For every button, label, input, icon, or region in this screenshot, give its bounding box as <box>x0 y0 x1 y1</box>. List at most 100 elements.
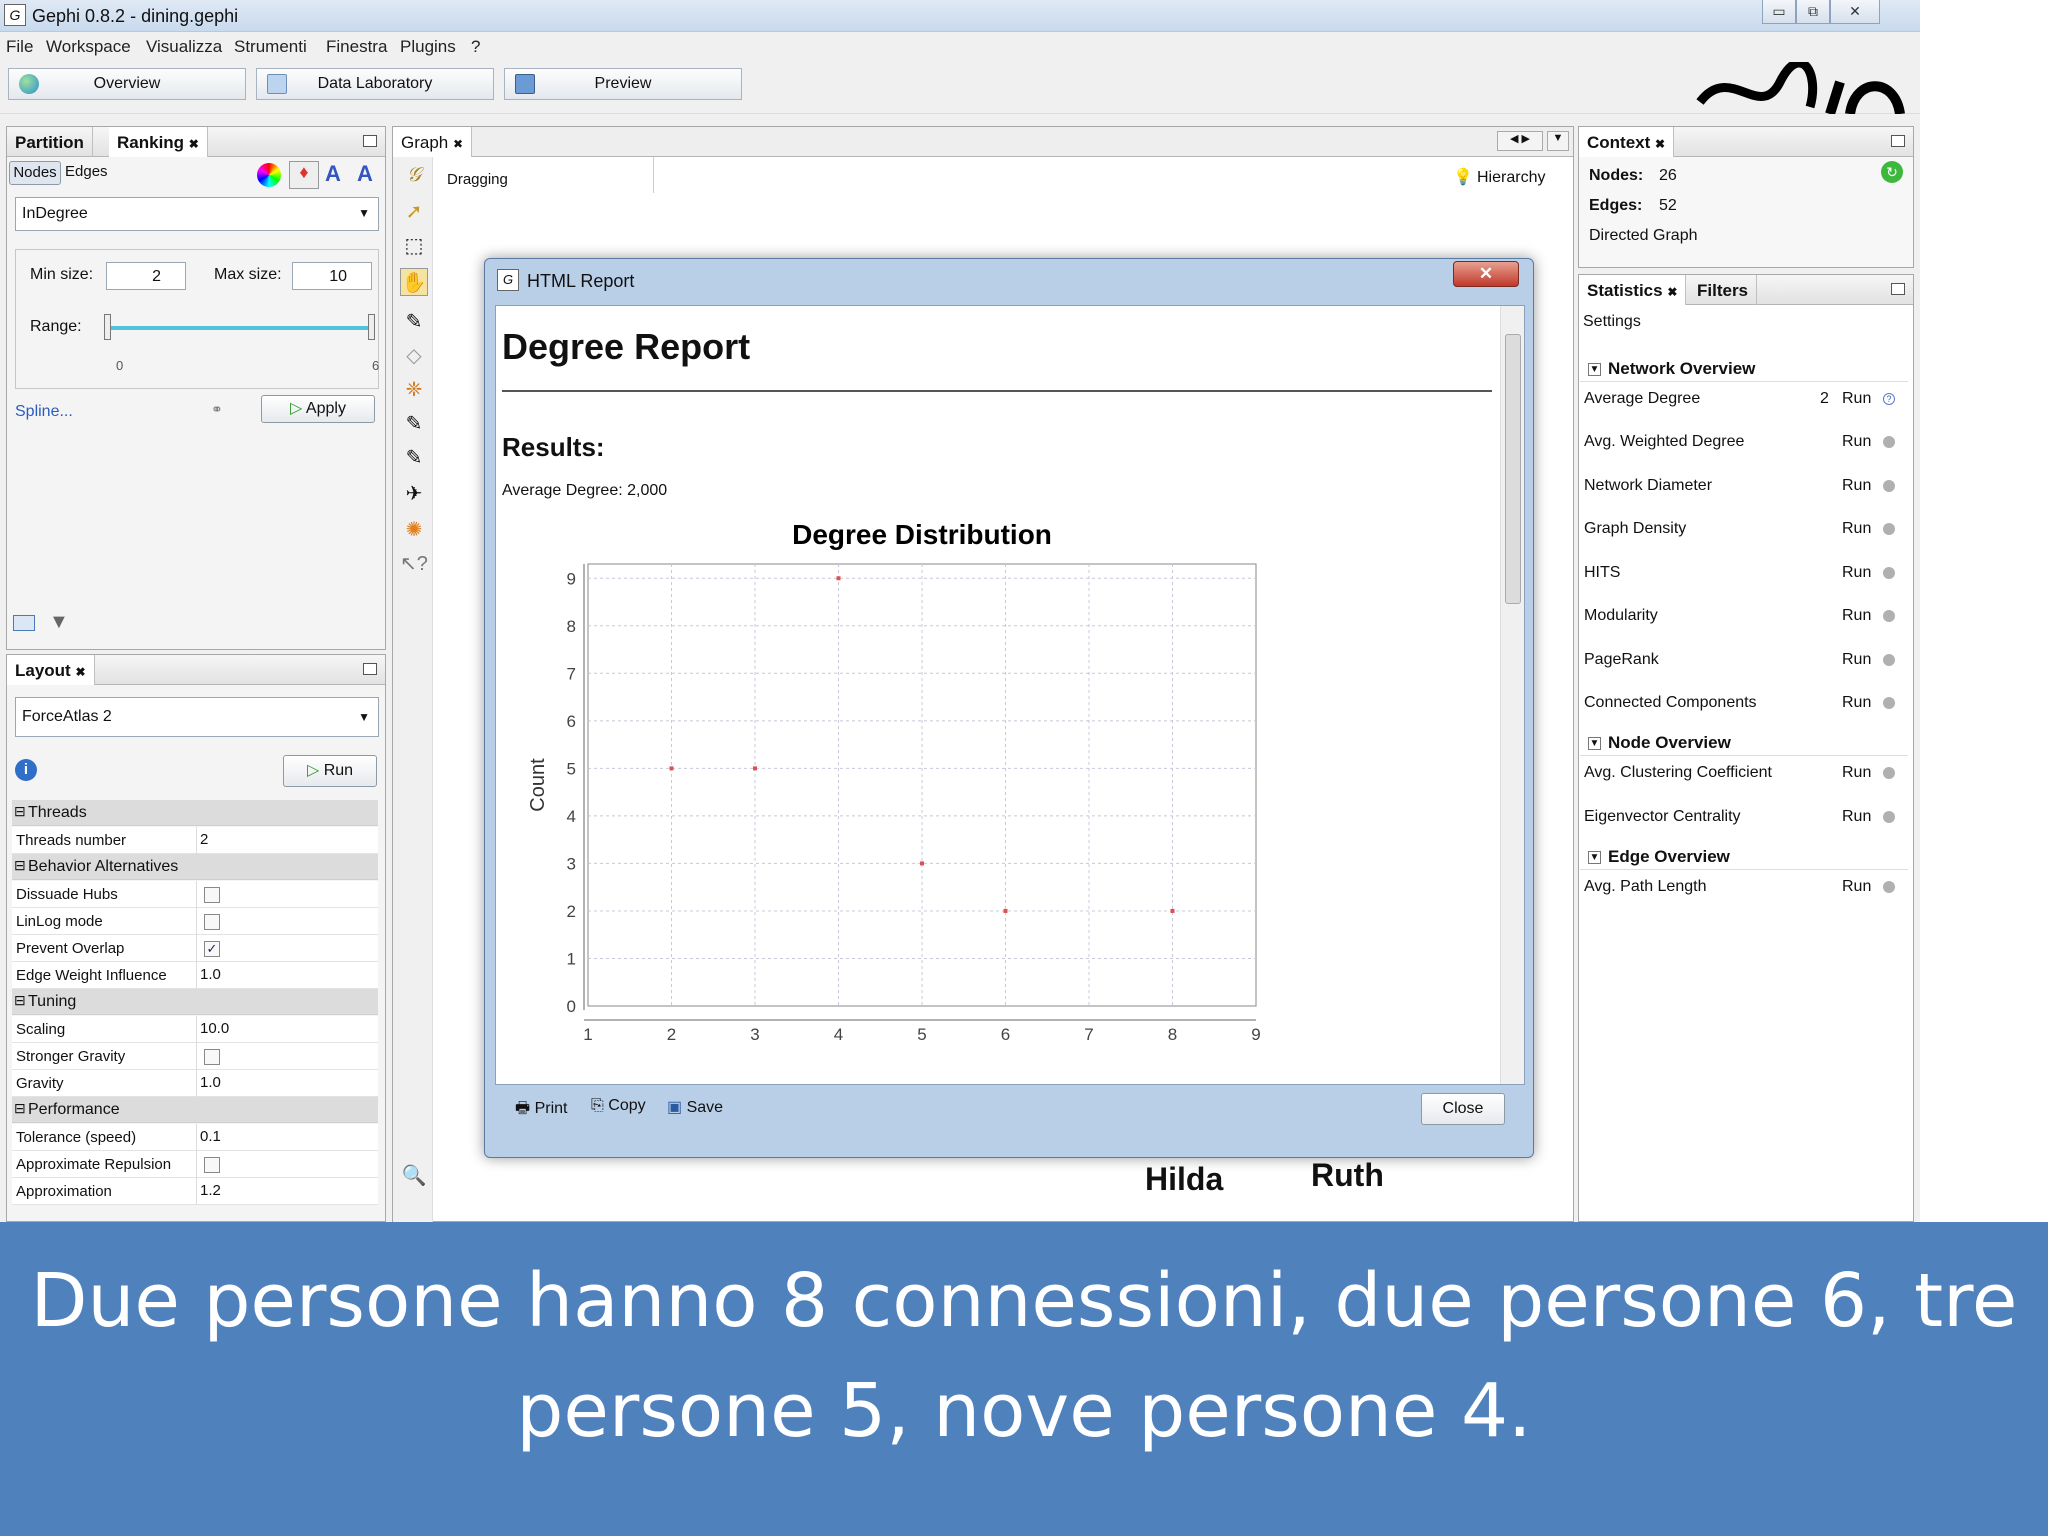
property-value[interactable]: 1.2 <box>200 1182 221 1199</box>
menu-help[interactable]: ? <box>471 37 480 57</box>
run-statistic-button[interactable]: Run <box>1842 433 1871 451</box>
nodes-toggle[interactable]: Nodes <box>9 161 61 185</box>
hierarchy-button[interactable]: Hierarchy <box>1477 169 1545 187</box>
dialog-close-x-button[interactable]: ✕ <box>1453 261 1519 287</box>
print-button[interactable]: 🖶 Print <box>515 1097 567 1124</box>
table-view-icon[interactable] <box>13 615 35 631</box>
statistics-group-header[interactable]: ▼ Edge Overview <box>1580 844 1908 870</box>
run-statistic-button[interactable]: Run <box>1842 390 1871 408</box>
data-laboratory-button[interactable]: Data Laboratory <box>256 68 494 100</box>
overview-button[interactable]: Overview <box>8 68 246 100</box>
layout-algorithm-select[interactable]: ForceAtlas 2 ▼ <box>15 697 379 737</box>
tab-partition[interactable]: Partition <box>7 127 93 157</box>
maximize-button[interactable]: ⧉ <box>1796 0 1830 24</box>
close-tab-icon[interactable]: ✖ <box>1667 285 1677 299</box>
minimize-panel-button[interactable] <box>1891 283 1905 295</box>
shortest-path-icon[interactable]: ✈ <box>400 480 428 508</box>
run-statistic-button[interactable]: Run <box>1842 764 1871 782</box>
minimize-panel-button[interactable] <box>363 135 377 147</box>
run-statistic-button[interactable]: Run <box>1842 607 1871 625</box>
run-statistic-button[interactable]: Run <box>1842 520 1871 538</box>
close-window-button[interactable]: ✕ <box>1830 0 1880 24</box>
run-statistic-button[interactable]: Run <box>1842 651 1871 669</box>
collapse-icon[interactable]: ⊟ <box>14 1100 26 1117</box>
save-button[interactable]: ▣ Save <box>667 1097 723 1117</box>
tab-ranking[interactable]: Ranking ✖ <box>109 127 208 157</box>
property-value[interactable]: 0.1 <box>200 1128 221 1145</box>
scrollbar-thumb[interactable] <box>1505 334 1521 604</box>
drag-hand-icon[interactable]: ✋ <box>400 268 428 296</box>
menu-visualizza[interactable]: Visualizza <box>146 37 222 57</box>
minimize-button[interactable]: ▭ <box>1762 0 1796 24</box>
statistics-group-header[interactable]: ▼ Network Overview <box>1580 356 1908 382</box>
filter-icon[interactable]: ▼ <box>49 611 69 634</box>
collapse-icon[interactable]: ▼ <box>1588 363 1601 376</box>
close-tab-icon[interactable]: ✖ <box>1655 137 1665 151</box>
minimize-panel-button[interactable] <box>363 663 377 675</box>
collapse-icon[interactable]: ⊟ <box>14 857 26 874</box>
collapse-icon[interactable]: ▼ <box>1588 737 1601 750</box>
menu-plugins[interactable]: Plugins <box>400 37 456 57</box>
rectangle-select-icon[interactable]: ⬚ <box>400 232 428 260</box>
run-layout-button[interactable]: ▷ Run <box>283 755 377 787</box>
refresh-icon[interactable]: ↻ <box>1881 161 1903 183</box>
tab-context[interactable]: Context ✖ <box>1579 127 1675 157</box>
help-cursor-icon[interactable]: ↖? <box>400 550 428 578</box>
help-icon[interactable]: ? <box>1883 393 1895 405</box>
run-statistic-button[interactable]: Run <box>1842 564 1871 582</box>
spline-link[interactable]: Spline... <box>15 403 73 421</box>
property-category[interactable]: ⊟ Threads <box>12 800 378 826</box>
min-size-stepper[interactable]: 2 <box>106 262 186 290</box>
property-category[interactable]: ⊟ Behavior Alternatives <box>12 854 378 880</box>
property-category[interactable]: ⊟ Performance <box>12 1097 378 1123</box>
apply-button[interactable]: ▷ Apply <box>261 395 375 423</box>
close-tab-icon[interactable]: ✖ <box>453 137 463 151</box>
property-value[interactable]: 1.0 <box>200 1074 221 1091</box>
color-wheel-icon[interactable] <box>257 163 281 187</box>
property-checkbox[interactable] <box>204 1049 220 1065</box>
menu-strumenti[interactable]: Strumenti <box>234 37 307 57</box>
sizer-diamond-icon[interactable]: ◇ <box>400 342 428 370</box>
heat-map-icon[interactable]: ✺ <box>400 516 428 544</box>
size-diamond-icon[interactable]: ♦ <box>289 161 319 189</box>
property-checkbox[interactable] <box>204 914 220 930</box>
menu-workspace[interactable]: Workspace <box>46 37 131 57</box>
run-statistic-button[interactable]: Run <box>1842 477 1871 495</box>
run-statistic-button[interactable]: Run <box>1842 878 1871 896</box>
property-checkbox[interactable] <box>204 887 220 903</box>
property-value[interactable]: 10.0 <box>200 1020 229 1037</box>
property-value[interactable]: 1.0 <box>200 966 221 983</box>
range-slider[interactable] <box>108 326 370 330</box>
close-tab-icon[interactable]: ✖ <box>189 137 199 151</box>
range-max-handle[interactable] <box>368 314 375 340</box>
range-min-handle[interactable] <box>104 314 111 340</box>
dialog-close-button[interactable]: Close <box>1421 1093 1505 1125</box>
ranking-attribute-select[interactable]: InDegree ▼ <box>15 197 379 231</box>
zoom-icon[interactable]: 🔍 <box>400 1162 428 1190</box>
pencil-icon[interactable]: ✎ <box>400 410 428 438</box>
max-size-stepper[interactable]: 10 <box>292 262 372 290</box>
run-statistic-button[interactable]: Run <box>1842 808 1871 826</box>
tab-layout[interactable]: Layout ✖ <box>7 655 95 685</box>
tab-list-icon[interactable]: ▼ <box>1547 131 1569 151</box>
copy-button[interactable]: ⎘ Copy <box>591 1097 646 1115</box>
label-size-icon[interactable]: A <box>357 161 373 187</box>
collapse-icon[interactable]: ⊟ <box>14 992 26 1009</box>
statistics-group-header[interactable]: ▼ Node Overview <box>1580 730 1908 756</box>
minimize-panel-button[interactable] <box>1891 135 1905 147</box>
close-tab-icon[interactable]: ✖ <box>75 665 85 679</box>
tab-filters[interactable]: Filters <box>1689 275 1758 305</box>
label-color-icon[interactable]: A <box>325 161 341 187</box>
brush-icon[interactable]: ❈ <box>400 376 428 404</box>
tab-scroll-arrows-icon[interactable]: ◀ ▶ <box>1497 131 1543 151</box>
menu-file[interactable]: File <box>6 37 33 57</box>
property-checkbox[interactable] <box>204 1157 220 1173</box>
property-checkbox[interactable]: ✓ <box>204 941 220 957</box>
tab-graph[interactable]: Graph ✖ <box>393 127 473 157</box>
preview-button[interactable]: Preview <box>504 68 742 100</box>
edges-toggle[interactable]: Edges <box>65 163 108 180</box>
chain-icon[interactable]: ⚭ <box>211 401 223 418</box>
property-value[interactable]: 2 <box>200 831 208 848</box>
edge-pencil-icon[interactable]: ✎ <box>400 444 428 472</box>
info-icon[interactable]: i <box>15 759 37 781</box>
